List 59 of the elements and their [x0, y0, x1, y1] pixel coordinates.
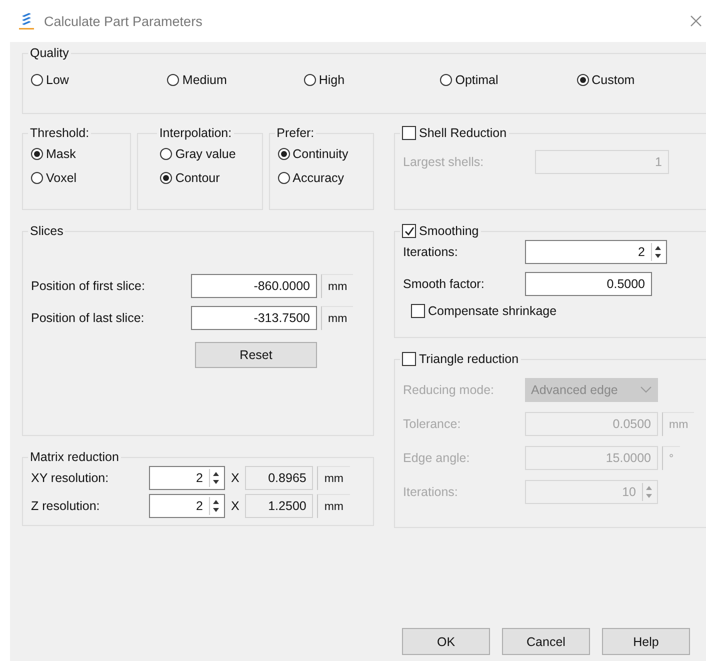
spin-field[interactable]: 2 — [525, 240, 667, 264]
unit-label: mm — [317, 494, 350, 518]
field-label: Edge angle: — [403, 451, 471, 465]
field-label: Smooth factor: — [403, 277, 486, 291]
radio-option[interactable]: Continuity — [278, 142, 365, 166]
field-label: Iterations: — [403, 485, 459, 499]
spin-field[interactable]: 2 — [149, 494, 225, 518]
reset-button[interactable]: Reset — [195, 342, 317, 368]
smoothing-checkbox[interactable]: Smoothing — [402, 224, 479, 238]
group-title: Prefer: — [276, 126, 316, 140]
spinner-icon[interactable] — [651, 243, 664, 261]
close-icon[interactable] — [690, 15, 702, 27]
radio-option[interactable]: Mask — [31, 142, 122, 166]
radio-option[interactable]: Low — [31, 68, 168, 92]
radio-option[interactable]: Medium — [167, 68, 304, 92]
radio-option[interactable]: Voxel — [31, 166, 122, 190]
result-field: 0.8965 — [245, 466, 314, 490]
field-label: Position of first slice: — [31, 279, 146, 293]
radio-option[interactable]: Gray value — [160, 142, 254, 166]
spinner-icon[interactable] — [209, 497, 222, 515]
number-field[interactable]: -860.0000 — [191, 274, 317, 298]
field-label: Z resolution: — [31, 499, 101, 513]
group-title: Threshold: — [29, 126, 90, 140]
field-label: Largest shells: — [403, 155, 485, 169]
unit-label: mm — [662, 412, 694, 436]
unit-label: mm — [321, 274, 354, 298]
field-label: Tolerance: — [403, 417, 462, 431]
field-label: Reducing mode: — [403, 383, 496, 397]
compensate-checkbox[interactable]: Compensate shrinkage — [411, 304, 706, 318]
field-label: XY resolution: — [31, 471, 110, 485]
app-logo-icon — [18, 12, 36, 30]
unit-label: ° — [662, 446, 680, 470]
group-title: Interpolation: — [158, 126, 233, 140]
radio-option[interactable]: High — [304, 68, 440, 92]
unit-label: mm — [317, 466, 350, 490]
shell-checkbox[interactable]: Shell Reduction — [402, 126, 507, 140]
times-label: X — [231, 499, 240, 513]
dialog-button[interactable]: Cancel — [502, 628, 590, 655]
result-field: 1.2500 — [245, 494, 314, 518]
unit-label: mm — [321, 306, 354, 330]
dialog-button[interactable]: Help — [602, 628, 690, 655]
spinner-icon[interactable] — [209, 469, 222, 487]
dialog-button[interactable]: OK — [402, 628, 490, 655]
group-title: Quality — [29, 46, 70, 60]
times-label: X — [231, 471, 240, 485]
group-title: Slices — [29, 224, 64, 238]
triangle-checkbox[interactable]: Triangle reduction — [402, 352, 519, 366]
number-field[interactable]: 0.5000 — [525, 272, 652, 296]
group-title: Matrix reduction — [29, 450, 120, 464]
window-title: Calculate Part Parameters — [44, 14, 202, 28]
radio-option[interactable]: Custom — [576, 68, 706, 92]
field-label: Position of last slice: — [31, 311, 146, 325]
radio-option[interactable]: Accuracy — [278, 166, 365, 190]
number-field[interactable]: -313.7500 — [191, 306, 317, 330]
caret-icon — [640, 386, 652, 394]
radio-option[interactable]: Contour — [160, 166, 254, 190]
field-label: Iterations: — [403, 245, 459, 259]
radio-option[interactable]: Optimal — [440, 68, 577, 92]
spin-field[interactable]: 2 — [149, 466, 225, 490]
